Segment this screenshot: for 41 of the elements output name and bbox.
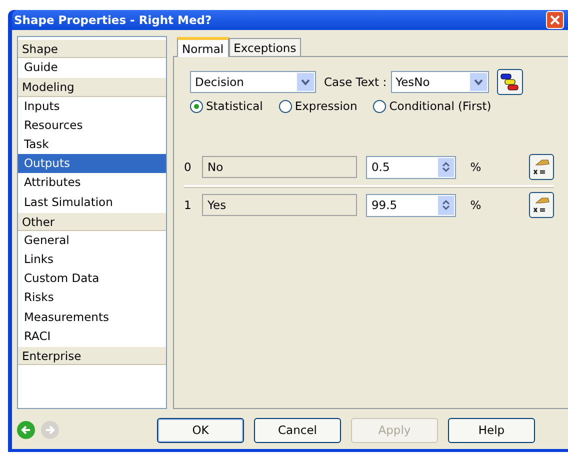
radio-dot[interactable] [278, 100, 292, 112]
formula-hand-icon [531, 157, 552, 177]
spin-arrows-icon [442, 161, 450, 173]
percent-spinbox[interactable]: 99.5 [366, 194, 456, 216]
mode-radio[interactable]: Expression [278, 99, 358, 113]
tab[interactable]: Normal [177, 37, 229, 57]
back-button[interactable] [17, 421, 35, 439]
percent-spinbox[interactable]: 0.5 [366, 156, 456, 178]
color-bars-icon [500, 73, 520, 91]
category-header[interactable]: Other [18, 212, 166, 231]
formula-button[interactable] [528, 192, 554, 218]
formula-hand-icon [531, 195, 552, 215]
case-text-label: Case Text : [324, 75, 387, 89]
forward-arrow-icon [45, 425, 55, 435]
mode-radio[interactable]: Conditional (First) [373, 99, 492, 113]
dialog-button[interactable]: Help [448, 418, 535, 442]
case-text-dropdown[interactable]: YesNo [390, 71, 489, 93]
tab[interactable]: Exceptions [228, 38, 302, 56]
type-dropdown[interactable]: Decision [190, 71, 316, 93]
row-index: 0 [184, 160, 192, 174]
percent-unit: % [470, 160, 482, 174]
window-title: Shape Properties - Right Med? [14, 13, 212, 27]
dialog-button[interactable]: Cancel [254, 418, 341, 442]
category-header[interactable]: Modeling [18, 77, 166, 97]
row-index: 1 [184, 198, 192, 212]
close-button[interactable] [546, 11, 564, 29]
radio-dot[interactable] [373, 100, 386, 112]
formula-button[interactable] [528, 154, 554, 180]
spin-arrows-icon [442, 199, 450, 211]
category-header[interactable]: Enterprise [18, 346, 166, 366]
percent-unit: % [470, 198, 482, 212]
case-name-field: Yes [202, 194, 358, 216]
close-icon [550, 15, 560, 25]
case-name-field: No [202, 156, 358, 178]
radio-dot[interactable] [190, 100, 203, 112]
color-bars-button[interactable] [496, 69, 523, 95]
category-item[interactable]: Outputs [18, 154, 166, 174]
back-arrow-icon [21, 425, 31, 435]
mode-radio[interactable]: Statistical [190, 99, 263, 113]
dialog-button[interactable]: OK [157, 418, 244, 442]
category-header[interactable]: Shape [18, 39, 166, 58]
